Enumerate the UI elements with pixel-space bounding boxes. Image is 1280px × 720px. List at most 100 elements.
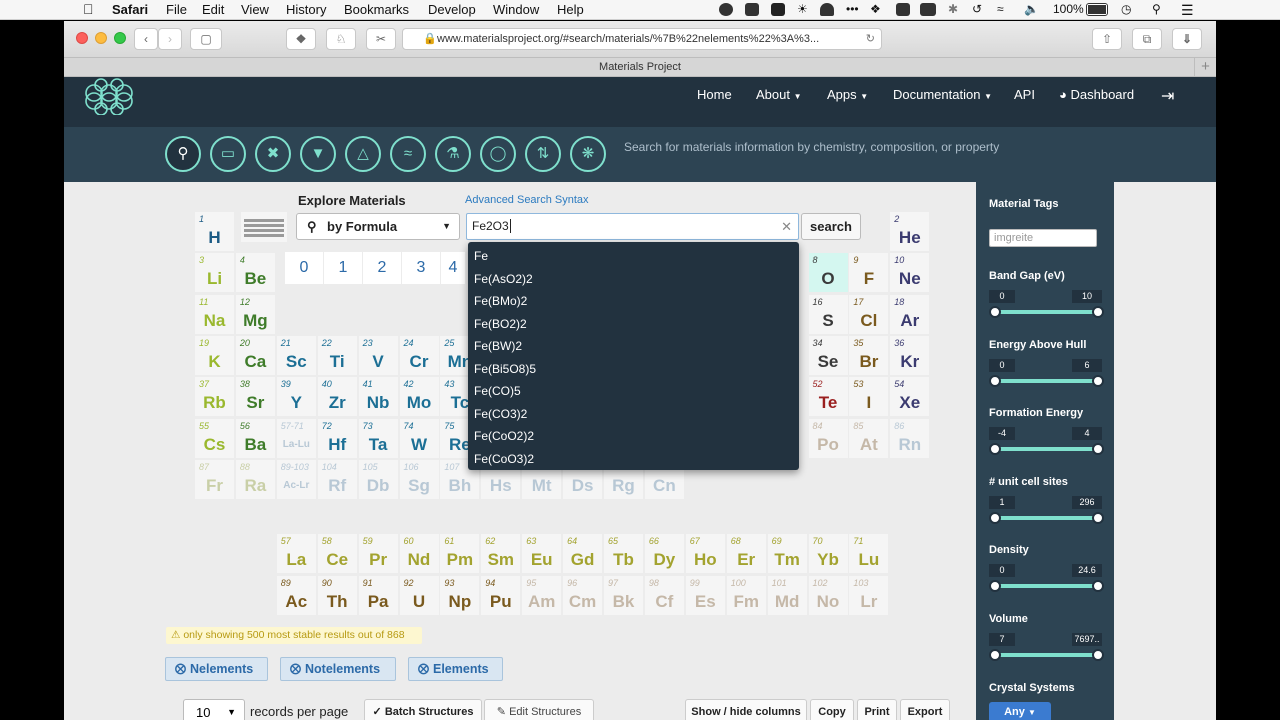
back-button[interactable]: ‹ (134, 28, 158, 50)
suggestion-item[interactable]: Fe(BMo)2 (468, 290, 799, 313)
element-cell-nd[interactable]: 60 Nd (399, 534, 439, 574)
element-cell-ra[interactable]: 88 Ra (235, 459, 275, 499)
brightness-icon[interactable]: ☀ (797, 2, 808, 16)
element-cell-h[interactable]: 1H (195, 212, 234, 251)
range-slider-track[interactable] (994, 310, 1098, 314)
element-cell-am[interactable]: 95 Am (522, 575, 562, 615)
remove-circle-icon[interactable]: ⨂ (418, 658, 429, 680)
battery-app-icon[interactable]: ▭ (210, 136, 246, 172)
materials-project-logo[interactable] (83, 77, 135, 115)
spotlight-icon[interactable]: ⚲ (1152, 2, 1161, 16)
suggestion-item[interactable]: Fe(CO3)2 (468, 403, 799, 426)
element-cell-md[interactable]: 101 Md (767, 575, 807, 615)
bluetooth-icon[interactable]: ✱ (948, 2, 958, 16)
range-slider-track[interactable] (994, 378, 1098, 383)
element-cell-w[interactable]: 74 W (399, 418, 439, 458)
wifi-icon[interactable]: ≈ (997, 2, 1004, 16)
element-cell-es[interactable]: 99 Es (685, 575, 725, 615)
element-cell-ne[interactable]: 10 Ne (890, 253, 930, 293)
range-min-handle[interactable] (989, 306, 1001, 318)
element-cell-pr[interactable]: 59 Pr (358, 534, 398, 574)
range-max-value[interactable]: 7697.. (1072, 632, 1102, 646)
element-cell-hf[interactable]: 72 Hf (317, 418, 357, 458)
feather-icon[interactable]: ≈ (390, 136, 426, 172)
search-button[interactable]: search (801, 213, 861, 240)
element-cell-xe[interactable]: 54 Xe (890, 377, 930, 417)
range-min-value[interactable]: 0 (989, 290, 1015, 303)
range-min-value[interactable]: 0 (989, 358, 1015, 372)
element-cell-fr[interactable]: 87 Fr (195, 459, 234, 499)
document-icon[interactable] (745, 3, 759, 16)
minimize-window-button[interactable] (95, 32, 107, 44)
flask-icon[interactable]: ⚗ (435, 136, 471, 172)
element-cell-nb[interactable]: 41 Nb (358, 377, 398, 417)
new-tab-button[interactable]: + (1194, 58, 1216, 76)
house-icon[interactable] (771, 3, 785, 16)
tabs-overview-icon[interactable]: ⧉ (1132, 28, 1162, 50)
suggestion-item[interactable]: Fe(BW)2 (468, 335, 799, 358)
element-cell-th[interactable]: 90 Th (317, 575, 357, 615)
address-bar[interactable]: 🔒 www.materialsproject.org/#search/mater… (402, 28, 882, 50)
nav-home[interactable]: Home (697, 87, 732, 102)
edit-structures-button[interactable]: ✎ Edit Structures (484, 699, 594, 720)
element-cell-er[interactable]: 68 Er (726, 534, 766, 574)
aperture-icon[interactable]: ❋ (570, 136, 606, 172)
element-cell-ti[interactable]: 22 Ti (317, 335, 357, 375)
export-button[interactable]: Export (900, 699, 950, 720)
range-min-handle[interactable] (989, 580, 1001, 592)
notification-center-icon[interactable]: ☰ (1181, 2, 1194, 19)
range-min-value[interactable]: 1 (989, 495, 1015, 509)
menu-develop[interactable]: Develop (428, 2, 476, 17)
records-per-page-select[interactable]: 10 ▼ (183, 699, 245, 720)
element-cell-cf[interactable]: 98 Cf (644, 575, 684, 615)
menu-window[interactable]: Window (493, 2, 539, 17)
range-max-handle[interactable] (1092, 443, 1104, 455)
element-cell-be[interactable]: 4 Be (235, 253, 275, 293)
share-icon[interactable]: ⇧ (1092, 28, 1122, 50)
element-cell-sg[interactable]: 106 Sg (399, 459, 439, 499)
element-cell-ar[interactable]: 18 Ar (890, 294, 930, 334)
range-min-handle[interactable] (989, 648, 1001, 661)
battery-icon[interactable] (1086, 3, 1108, 16)
element-cell-np[interactable]: 93 Np (440, 575, 480, 615)
menu-view[interactable]: View (241, 2, 269, 17)
nav-apps[interactable]: Apps ▼ (827, 87, 868, 102)
element-cell-ba[interactable]: 56 Ba (235, 418, 275, 458)
menu-app-name[interactable]: Safari (112, 2, 148, 17)
nelements-button-1[interactable]: 1 (324, 252, 362, 284)
forward-button[interactable]: › (158, 28, 182, 50)
triangle-icon[interactable]: △ (345, 136, 381, 172)
element-cell-pa[interactable]: 91 Pa (358, 575, 398, 615)
dropbox-icon[interactable]: ❖ (870, 2, 881, 16)
menu-bookmarks[interactable]: Bookmarks (344, 2, 409, 17)
range-slider-track[interactable] (994, 515, 1098, 520)
range-max-value[interactable]: 296 (1072, 495, 1102, 509)
close-window-button[interactable] (76, 32, 88, 44)
menu-file[interactable]: File (166, 2, 187, 17)
range-min-handle[interactable] (989, 443, 1001, 455)
show-hide-columns-button[interactable]: Show / hide columns (685, 699, 807, 720)
clear-icon[interactable]: ✕ (781, 214, 792, 239)
logout-icon[interactable]: ⇥ (1161, 86, 1174, 106)
element-cell-li[interactable]: 3 Li (195, 253, 234, 293)
range-min-handle[interactable] (989, 511, 1001, 524)
range-max-handle[interactable] (1092, 374, 1104, 387)
range-min-handle[interactable] (989, 374, 1001, 387)
user-clock-icon[interactable]: ◷ (1121, 2, 1131, 16)
element-cell-po[interactable]: 84 Po (808, 418, 848, 458)
range-slider-track[interactable] (994, 652, 1098, 657)
element-cell-at[interactable]: 85 At (849, 418, 889, 458)
tab-materials-project[interactable]: Materials Project (599, 61, 681, 73)
menu-help[interactable]: Help (557, 2, 584, 17)
search-mode-select[interactable]: ⚲ by Formula ▼ (296, 213, 460, 240)
element-cell-gd[interactable]: 64 Gd (563, 534, 603, 574)
range-slider-track[interactable] (994, 447, 1098, 451)
range-max-handle[interactable] (1092, 306, 1104, 318)
volume-icon[interactable]: 🔈 (1024, 2, 1039, 16)
element-cell-tb[interactable]: 65 Tb (604, 534, 643, 574)
element-cell-br[interactable]: 35 Br (849, 335, 889, 375)
element-cell-se[interactable]: 34 Se (808, 335, 848, 375)
ghostery-icon[interactable]: ❖ (286, 28, 316, 50)
element-cell-na[interactable]: 11 Na (195, 294, 234, 334)
element-cell-fm[interactable]: 100 Fm (726, 575, 766, 615)
